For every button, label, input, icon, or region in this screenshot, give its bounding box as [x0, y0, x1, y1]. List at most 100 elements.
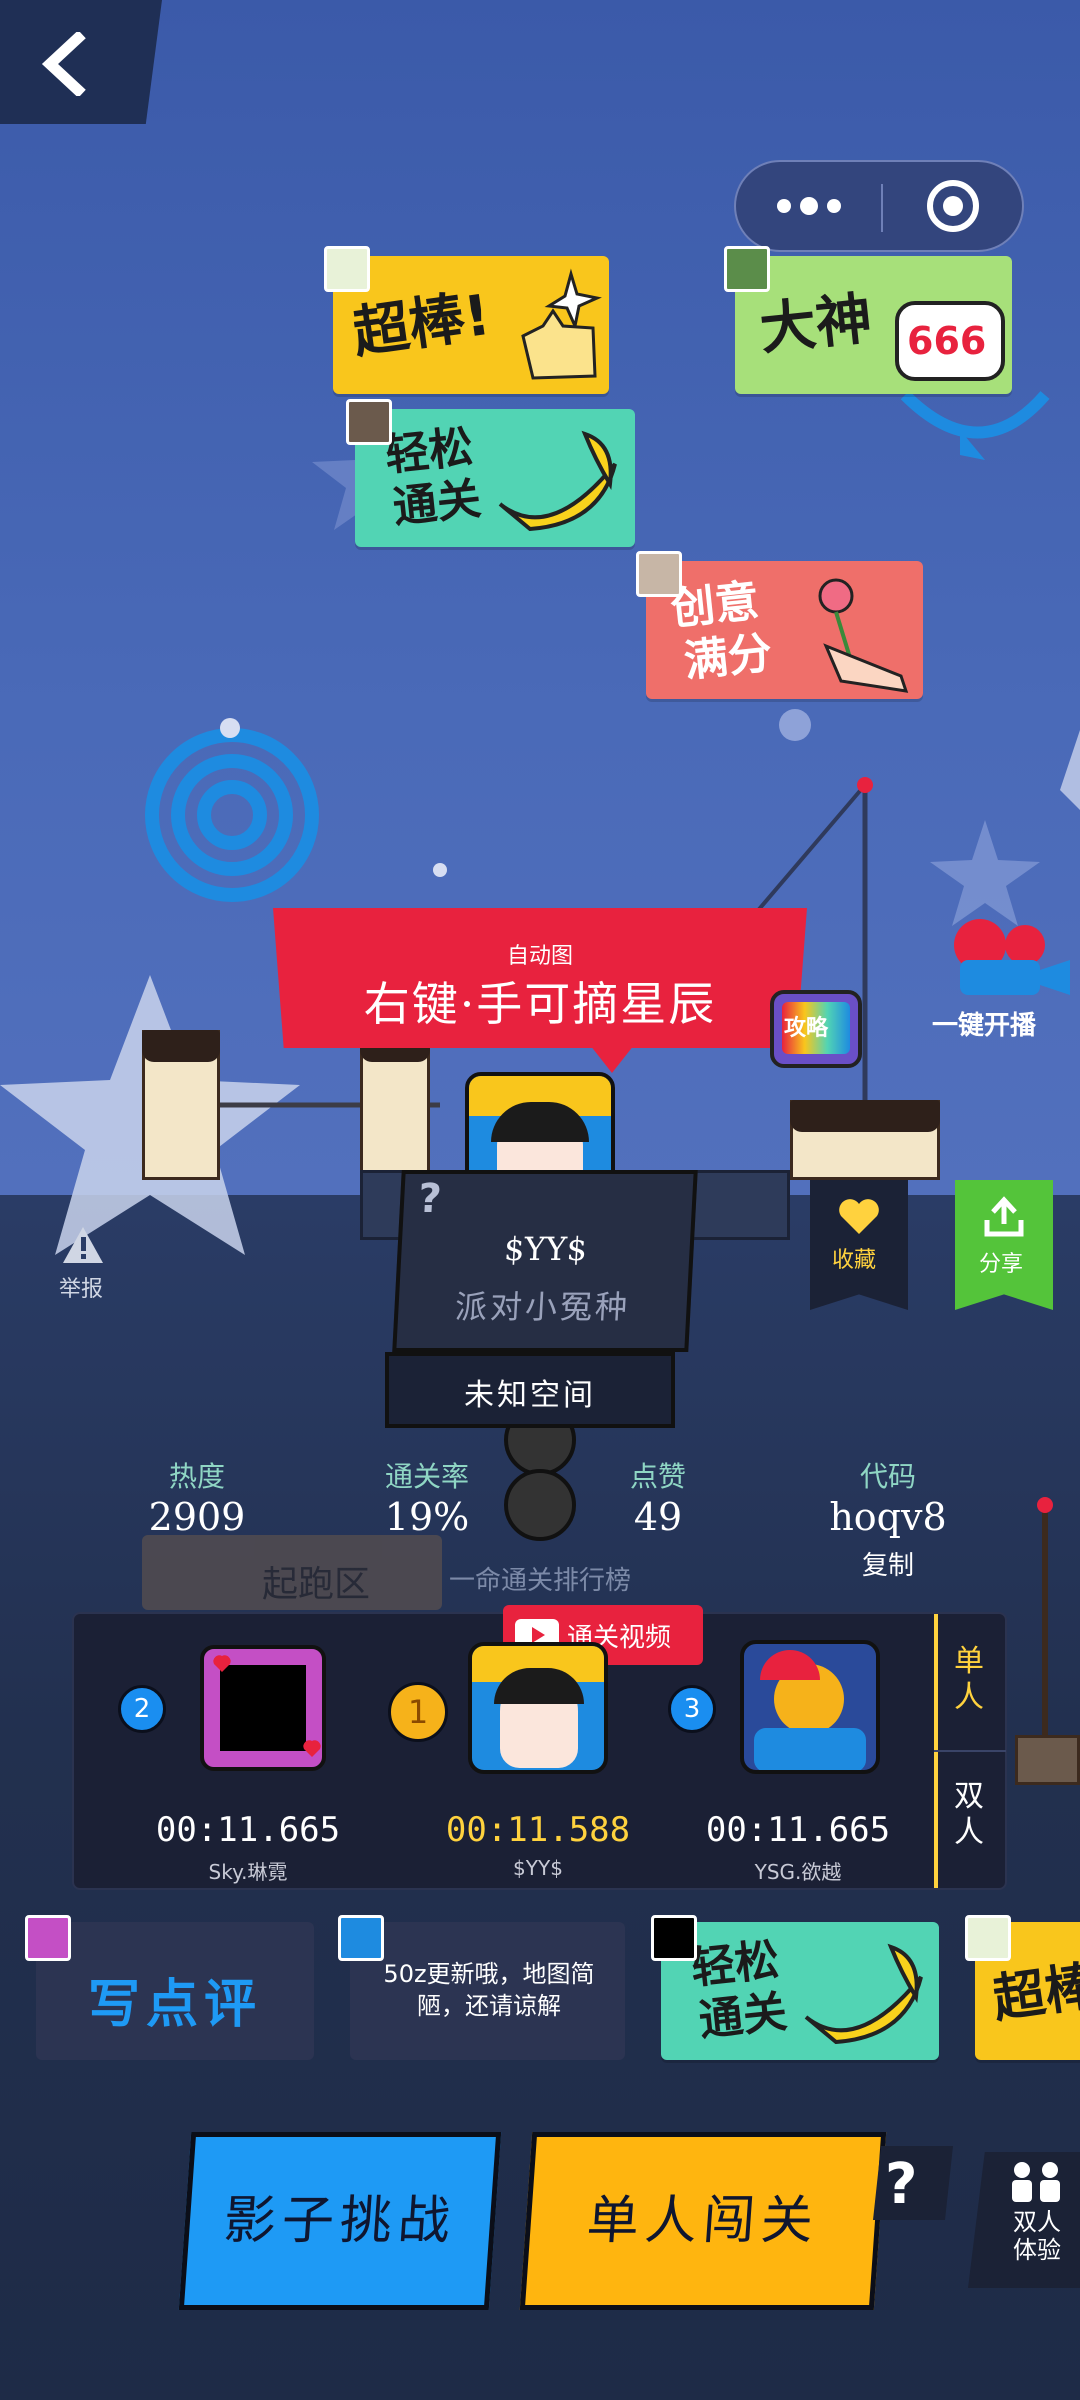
rod-tip	[1037, 1497, 1053, 1513]
sticker-chuangyi-line1: 创意	[668, 575, 762, 636]
banana-icon	[804, 1943, 923, 2045]
share-label: 分享	[979, 1252, 1024, 1277]
tab-double[interactable]: 双人	[949, 1779, 989, 1851]
comment-tag-chaobang-text: 超棒	[989, 1956, 1080, 2030]
more-dots-icon	[777, 197, 841, 215]
swirl-shape	[145, 728, 319, 902]
player-name-1: $YY$	[513, 1856, 563, 1880]
report-button[interactable]: 举报	[55, 1225, 111, 1305]
flower-hand-icon	[818, 578, 909, 693]
banana-icon	[498, 430, 617, 532]
badge-666-text: 666	[907, 319, 987, 363]
tab-divider	[934, 1750, 1006, 1752]
pass-rate-value: 19%	[384, 1495, 470, 1539]
avatar	[346, 399, 392, 445]
report-label: 举报	[59, 1277, 104, 1302]
avatar	[338, 1915, 384, 1961]
sticker-dashen[interactable]: 大神 666	[735, 256, 1012, 394]
avatar	[651, 1915, 697, 1961]
dot	[433, 863, 447, 877]
share-button[interactable]: 分享	[955, 1180, 1053, 1310]
star-shape-edge	[1060, 730, 1080, 810]
like-value: 49	[633, 1495, 683, 1539]
player-name-3: YSG.欲越	[754, 1860, 842, 1884]
hearts-frame-icon	[213, 1655, 321, 1757]
write-review-button[interactable]: 写点评	[36, 1922, 314, 2060]
warning-icon	[63, 1227, 103, 1263]
single-play-button[interactable]: 单人闯关	[519, 2132, 887, 2310]
player-time-1: 00:11.588	[445, 1810, 631, 1850]
level-type-label: 自动图	[506, 944, 573, 969]
avatar	[324, 246, 370, 292]
like-label: 点赞	[629, 1460, 686, 1493]
sticker-qingsong-line2: 通关	[390, 473, 484, 534]
player-avatar-3[interactable]	[740, 1640, 880, 1774]
author-space[interactable]: 未知空间	[385, 1352, 675, 1428]
avatar	[636, 551, 682, 597]
heart-icon	[839, 1199, 879, 1234]
sticker-chaobang-text: 超棒!	[349, 282, 495, 367]
close-miniprogram-button[interactable]	[883, 162, 1022, 250]
wooden-sign	[1015, 1735, 1080, 1785]
shadow-challenge-label: 影子挑战	[221, 2191, 459, 2251]
player-avatar-1[interactable]	[468, 1642, 608, 1774]
more-button[interactable]	[736, 162, 881, 250]
code-label: 代码	[859, 1460, 916, 1493]
heat-value: 2909	[148, 1495, 246, 1539]
thumbs-up-icon	[521, 268, 602, 380]
badge-666: 666	[895, 301, 1005, 381]
dot	[220, 718, 240, 738]
sticker-qingsong[interactable]: 轻松 通关	[355, 409, 635, 547]
shadow-challenge-button[interactable]: 影子挑战	[178, 2132, 502, 2310]
live-stream-button[interactable]: 一键开播	[930, 915, 1080, 1045]
player-avatar-2[interactable]	[200, 1645, 326, 1771]
author-space-label: 未知空间	[464, 1378, 596, 1413]
rod-tip	[857, 777, 873, 793]
duo-trial-button[interactable]: 双人体验	[968, 2152, 1080, 2288]
sticker-chuangyi-line2: 满分	[681, 627, 775, 688]
write-review-label: 写点评	[88, 1975, 263, 2035]
comment-tag-qingsong-line1: 轻松	[688, 1934, 782, 1995]
author-title: 派对小冤种	[454, 1288, 632, 1326]
level-block	[360, 1030, 430, 1180]
favorite-label: 收藏	[832, 1248, 877, 1273]
chevron-left-icon	[41, 32, 86, 96]
sticker-qingsong-line1: 轻松	[382, 421, 476, 482]
author-note-bubble[interactable]: 50z更新哦，地图简陋，还请谅解	[350, 1922, 625, 2060]
star-shape-right	[930, 820, 1040, 926]
rank-badge-2: 2	[118, 1685, 166, 1733]
level-block	[142, 1030, 220, 1180]
tab-single[interactable]: 单人	[949, 1644, 989, 1716]
strategy-label: 攻略	[784, 1016, 829, 1041]
comment-tag-qingsong-line2: 通关	[696, 1986, 790, 2047]
sticker-chaobang[interactable]: 超棒!	[333, 256, 609, 394]
level-block	[790, 1100, 940, 1180]
author-card[interactable]: ? $YY$ 派对小冤种	[392, 1170, 698, 1352]
dot	[779, 709, 811, 741]
bow-shape	[900, 390, 1050, 439]
comment-tag-qingsong[interactable]: 轻松 通关	[661, 1922, 939, 2060]
share-upload-icon	[984, 1196, 1024, 1237]
sticker-chuangyi[interactable]: 创意 满分	[646, 561, 923, 699]
duo-trial-label: 双人体验	[1013, 2208, 1061, 2264]
banner-pointer	[590, 1045, 634, 1073]
leaderboard-title: 一命通关排行榜	[448, 1566, 631, 1596]
avatar	[724, 246, 770, 292]
help-button[interactable]: ?	[873, 2146, 953, 2220]
code-value[interactable]: hoqv8	[803, 1495, 973, 1539]
author-name: $YY$	[503, 1230, 589, 1268]
author-note-text: 50z更新哦，地图简陋，还请谅解	[383, 1960, 595, 2020]
menu-capsule	[734, 160, 1024, 252]
player-time-2: 00:11.665	[155, 1810, 341, 1850]
saw-blade	[504, 1469, 576, 1541]
favorite-button[interactable]: 收藏	[810, 1180, 908, 1310]
sticker-dashen-text: 大神	[756, 286, 875, 363]
back-button[interactable]	[0, 0, 162, 124]
level-title: 右键·手可摘星辰	[363, 977, 717, 1031]
author-help-icon[interactable]: ?	[417, 1176, 443, 1222]
pass-rate-label: 通关率	[384, 1460, 469, 1493]
strategy-button[interactable]: 攻略	[770, 990, 862, 1068]
live-stream-label: 一键开播	[932, 1011, 1037, 1041]
rank-badge-3: 3	[668, 1685, 716, 1733]
avatar	[25, 1915, 71, 1961]
